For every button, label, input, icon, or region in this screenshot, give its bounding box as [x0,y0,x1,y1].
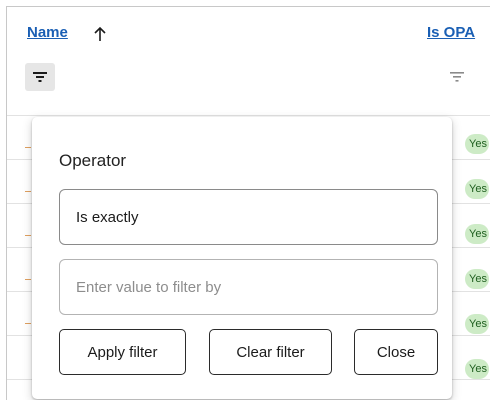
column-header-name[interactable]: Name [27,24,68,41]
row-marker [25,279,31,280]
close-button[interactable]: Close [354,329,438,375]
filter-popover: Operator Is exactly Enter value to filte… [32,117,452,399]
column-header-is-opa[interactable]: Is OPA [427,24,475,41]
row-marker [25,191,31,192]
apply-filter-button[interactable]: Apply filter [59,329,186,375]
is-opa-filter-button[interactable] [442,63,472,91]
row-marker [25,147,31,148]
data-table: Name Is OPA Yes Yes Yes Yes Yes Yes Oper… [6,6,490,400]
name-filter-button[interactable] [25,63,55,91]
filter-icon [449,70,465,84]
status-badge: Yes [465,359,489,379]
status-badge: Yes [465,224,489,244]
filter-icon [32,70,48,84]
operator-select[interactable]: Is exactly [59,189,438,245]
row-divider [7,115,490,116]
status-badge: Yes [465,134,489,154]
row-marker [25,323,31,324]
status-badge: Yes [465,314,489,334]
arrow-up-icon[interactable] [93,26,107,42]
status-badge: Yes [465,269,489,289]
row-marker [25,235,31,236]
filter-value-input[interactable]: Enter value to filter by [59,259,438,315]
clear-filter-button[interactable]: Clear filter [209,329,332,375]
operator-label: Operator [59,151,127,170]
status-badge: Yes [465,179,489,199]
